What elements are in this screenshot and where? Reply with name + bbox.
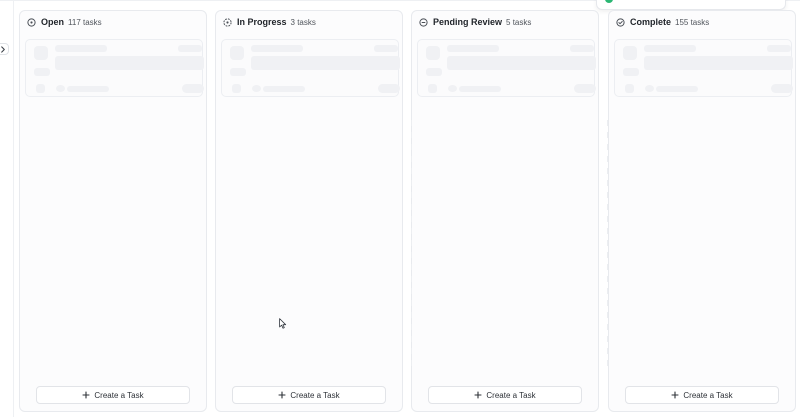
column-title: Complete (630, 17, 672, 27)
column-divider (607, 120, 608, 370)
status-check-icon (616, 17, 625, 27)
column-header: Open 117 tasks (20, 11, 206, 33)
loading-card-placeholder (614, 39, 793, 97)
status-circle-icon (419, 17, 428, 27)
column-task-count: 3 tasks (290, 17, 316, 27)
column-in-progress: In Progress 3 tasks Create a Task (215, 10, 403, 412)
plus-icon (278, 391, 286, 399)
loading-card-placeholder (25, 39, 204, 97)
sidebar-edge (13, 0, 14, 417)
create-task-label: Create a Task (290, 390, 340, 400)
plus-icon (82, 391, 90, 399)
plus-icon (671, 391, 679, 399)
chevron-right-icon (0, 45, 5, 53)
column-title: Pending Review (433, 17, 503, 27)
column-task-count: 5 tasks (506, 17, 532, 27)
column-title: In Progress (237, 17, 287, 27)
success-dot-icon (605, 0, 613, 3)
status-circle-icon (223, 17, 232, 27)
column-task-count: 155 tasks (675, 17, 710, 27)
loading-card-placeholder (417, 39, 596, 97)
column-pending-review: Pending Review 5 tasks Create a Task (411, 10, 599, 412)
loading-card-placeholder (221, 39, 400, 97)
create-task-label: Create a Task (683, 390, 733, 400)
create-task-label: Create a Task (94, 390, 144, 400)
create-task-button[interactable]: Create a Task (36, 386, 190, 404)
toast-notification[interactable] (596, 0, 786, 10)
create-task-button[interactable]: Create a Task (625, 386, 779, 404)
sidebar-expand-button[interactable] (0, 43, 9, 55)
mouse-cursor-icon (279, 318, 287, 329)
column-open: Open 117 tasks Create a Task (19, 10, 207, 412)
column-header: Pending Review 5 tasks (412, 11, 598, 33)
column-header: In Progress 3 tasks (216, 11, 402, 33)
column-title: Open (41, 17, 65, 27)
column-divider (411, 120, 412, 370)
column-task-count: 117 tasks (68, 17, 102, 27)
plus-icon (474, 391, 482, 399)
create-task-button[interactable]: Create a Task (428, 386, 582, 404)
status-circle-icon (27, 17, 36, 27)
create-task-button[interactable]: Create a Task (232, 386, 386, 404)
column-complete: Complete 155 tasks Create a Task (608, 10, 796, 412)
column-header: Complete 155 tasks (609, 11, 795, 33)
create-task-label: Create a Task (486, 390, 536, 400)
